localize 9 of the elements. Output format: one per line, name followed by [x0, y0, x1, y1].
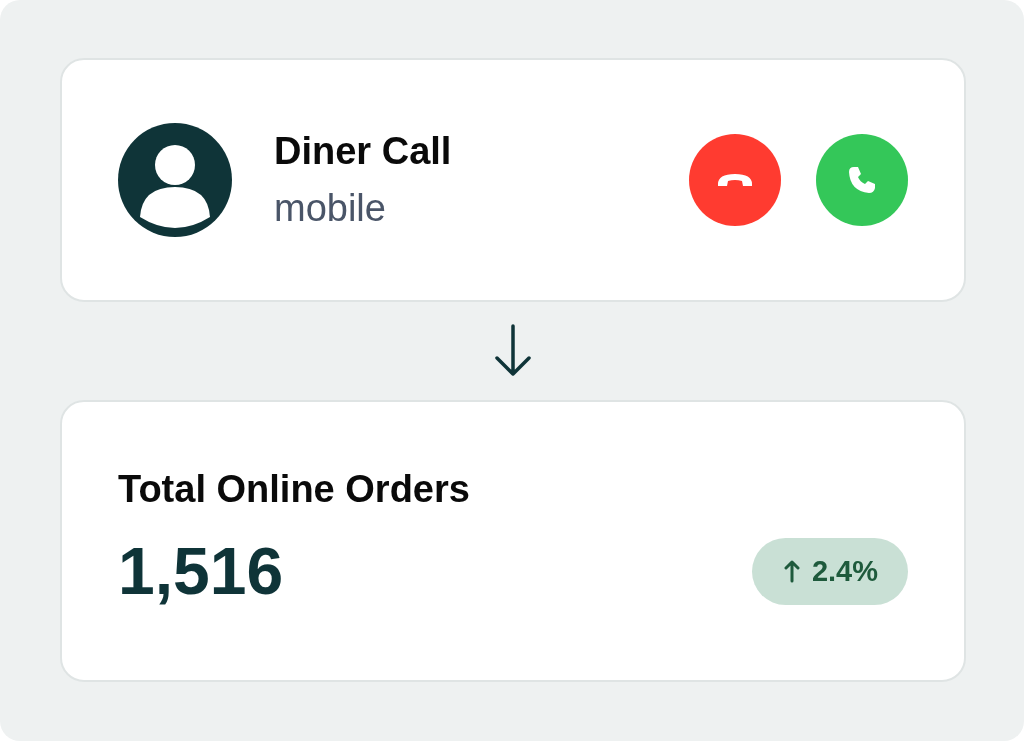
phone-icon: [846, 164, 878, 196]
avatar-icon: [118, 123, 232, 237]
stat-value: 1,516: [118, 533, 284, 609]
down-arrow-icon: [493, 324, 533, 378]
caller-name: Diner Call: [274, 130, 453, 173]
change-value: 2.4%: [811, 554, 878, 588]
up-arrow-icon: [783, 558, 800, 584]
stat-title: Total Online Orders: [118, 468, 471, 511]
caller-type: mobile: [274, 187, 387, 230]
